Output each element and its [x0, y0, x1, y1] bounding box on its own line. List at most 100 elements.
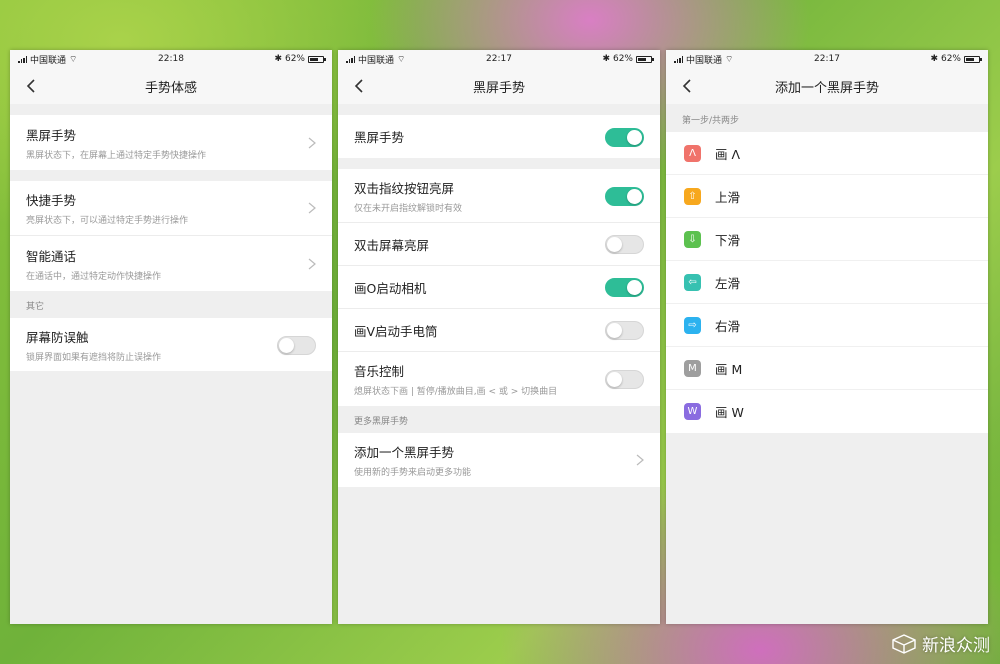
draw-o-camera-toggle[interactable]	[605, 278, 644, 297]
anti-mistouch-row: 屏幕防误触 锁屏界面如果有遮挡将防止误操作	[10, 318, 332, 371]
carrier-label: 中国联通	[686, 55, 723, 66]
arrow-up-icon: ⇧	[684, 187, 701, 205]
watermark-text: 新浪众测	[922, 636, 990, 656]
arrow-left-icon: ⇦	[684, 273, 701, 291]
page-title: 黑屏手势	[472, 80, 525, 96]
black-screen-gesture-toggle[interactable]	[605, 127, 644, 147]
gesture-label: 右滑	[715, 318, 741, 334]
bluetooth-icon: ✱	[602, 54, 610, 64]
settings-group: 黑屏手势 黑屏状态下，在屏幕上通过特定手势快捷操作	[10, 115, 332, 170]
gesture-option-row[interactable]: ⇦ 左滑	[666, 261, 988, 304]
add-gesture-row[interactable]: 添加一个黑屏手势 使用新的手势来启动更多功能	[338, 433, 660, 487]
gesture-label: 画 W	[715, 405, 744, 420]
battery-icon	[636, 55, 654, 63]
page-title: 添加一个黑屏手势	[774, 80, 879, 96]
black-screen-gesture-master-row: 黑屏手势	[338, 115, 660, 158]
gesture-option-row[interactable]: ⇩ 下滑	[666, 218, 988, 261]
status-time: 22:17	[486, 54, 512, 64]
arrow-right-icon: ⇨	[684, 316, 701, 334]
wifi-icon: ⌔	[69, 54, 78, 65]
double-tap-fingerprint-toggle[interactable]	[605, 186, 644, 206]
battery-percent: 62%	[940, 54, 961, 64]
watermark: 新浪众测	[892, 631, 990, 656]
step-label: 第一步/共两步	[666, 104, 988, 132]
draw-v-flashlight-toggle[interactable]	[605, 321, 644, 340]
chevron-right-icon	[308, 258, 316, 269]
gesture-label: 下滑	[715, 232, 741, 248]
battery-percent: 62%	[612, 54, 633, 64]
letter-m-icon: M	[684, 359, 701, 377]
row-subtitle: 熄屏状态下画 | 暂停/播放曲目,画 < 或 > 切换曲目	[354, 387, 558, 397]
back-arrow-icon[interactable]	[352, 78, 368, 94]
battery-percent: 62%	[284, 54, 305, 64]
black-screen-gesture-row[interactable]: 黑屏手势 黑屏状态下，在屏幕上通过特定手势快捷操作	[10, 115, 332, 170]
nav-bar: 黑屏手势	[338, 68, 660, 104]
row-title: 黑屏手势	[26, 127, 77, 143]
nav-bar: 添加一个黑屏手势	[666, 68, 988, 104]
draw-o-camera-row: 画O启动相机	[338, 266, 660, 309]
row-title: 添加一个黑屏手势	[354, 445, 455, 460]
section-label-more: 更多黑屏手势	[338, 406, 660, 433]
status-bar: 中国联通 ⌔ 22:17 ✱ 62%	[338, 50, 660, 68]
section-label-other: 其它	[10, 291, 332, 318]
caret-up-icon: Λ	[684, 144, 701, 162]
row-title: 快捷手势	[26, 193, 77, 208]
wifi-icon: ⌔	[397, 54, 406, 65]
carrier-label: 中国联通	[358, 55, 395, 66]
gesture-label: 画 Λ	[715, 146, 741, 162]
row-title: 屏幕防误触	[26, 329, 89, 345]
quick-gesture-row[interactable]: 快捷手势 亮屏状态下，可以通过特定手势进行操作	[10, 181, 332, 236]
status-bar: 中国联通 ⌔ 22:17 ✱ 62%	[666, 50, 988, 68]
row-subtitle: 在通话中，通过特定动作快捷操作	[26, 271, 162, 282]
status-time: 22:18	[158, 54, 184, 64]
carrier-label: 中国联通	[30, 55, 67, 66]
add-gesture-group: 添加一个黑屏手势 使用新的手势来启动更多功能	[338, 433, 660, 487]
row-subtitle: 使用新的手势来启动更多功能	[354, 468, 472, 478]
gesture-label: 画 M	[715, 361, 743, 377]
letter-w-icon: W	[684, 403, 701, 420]
anti-mistouch-toggle[interactable]	[277, 335, 316, 355]
double-tap-fingerprint-row: 双击指纹按钮亮屏 仅在未开启指纹解锁时有效	[338, 169, 660, 223]
row-title: 黑屏手势	[354, 130, 405, 145]
back-arrow-icon[interactable]	[24, 78, 40, 94]
back-arrow-icon[interactable]	[680, 78, 696, 94]
wifi-icon: ⌔	[725, 54, 734, 65]
gesture-options-group: 双击指纹按钮亮屏 仅在未开启指纹解锁时有效 双击屏幕亮屏 画O启动相机 画V启动…	[338, 169, 660, 406]
row-title: 双击指纹按钮亮屏	[354, 180, 455, 196]
arrow-down-icon: ⇩	[684, 230, 701, 248]
row-title: 双击屏幕亮屏	[354, 237, 430, 253]
status-bar: 中国联通 ⌔ 22:18 ✱ 62%	[10, 50, 332, 68]
music-control-row: 音乐控制 熄屏状态下画 | 暂停/播放曲目,画 < 或 > 切换曲目	[338, 352, 660, 406]
row-subtitle: 黑屏状态下，在屏幕上通过特定手势快捷操作	[26, 150, 207, 161]
signal-icon	[346, 55, 355, 63]
chevron-right-icon	[308, 137, 316, 148]
gesture-list: Λ 画 Λ ⇧ 上滑 ⇩ 下滑 ⇦ 左滑 ⇨ 右滑 M 画 M W 画 W	[666, 132, 988, 433]
gesture-option-row[interactable]: ⇧ 上滑	[666, 175, 988, 218]
row-subtitle: 仅在未开启指纹解锁时有效	[354, 203, 463, 214]
smart-call-row[interactable]: 智能通话 在通话中，通过特定动作快捷操作	[10, 236, 332, 291]
gesture-option-row[interactable]: W画 W	[666, 390, 988, 433]
signal-icon	[18, 55, 27, 63]
draw-v-flashlight-row: 画V启动手电筒	[338, 309, 660, 352]
page-title: 手势体感	[144, 80, 197, 96]
double-tap-screen-toggle[interactable]	[605, 235, 644, 254]
gesture-option-row[interactable]: Λ画 Λ	[666, 132, 988, 175]
bluetooth-icon: ✱	[274, 54, 282, 64]
row-title: 画O启动相机	[354, 280, 427, 296]
music-control-toggle[interactable]	[605, 370, 644, 389]
nav-bar: 手势体感	[10, 68, 332, 104]
phone-screen-add-gesture: 中国联通 ⌔ 22:17 ✱ 62% 添加一个黑屏手势 第一步/共两步 Λ 画 Λ…	[666, 50, 988, 624]
status-time: 22:17	[814, 54, 840, 64]
row-subtitle: 亮屏状态下，可以通过特定手势进行操作	[26, 216, 189, 226]
row-title: 智能通话	[26, 248, 77, 264]
phone-screen-black-screen-gestures: 中国联通 ⌔ 22:17 ✱ 62% 黑屏手势 黑屏手势 双击指纹按钮亮屏 仅在…	[338, 50, 660, 624]
gesture-option-row[interactable]: ⇨ 右滑	[666, 304, 988, 347]
row-title: 音乐控制	[354, 364, 405, 379]
cube-logo-icon	[892, 633, 916, 654]
battery-icon	[308, 55, 326, 63]
phone-screen-gesture-settings: 中国联通 ⌔ 22:18 ✱ 62% 手势体感 黑屏手势 黑屏状态下，在屏幕上通…	[10, 50, 332, 624]
row-title: 画V启动手电筒	[354, 323, 438, 339]
gesture-option-row[interactable]: M画 M	[666, 347, 988, 390]
battery-icon	[964, 55, 982, 63]
gesture-label: 左滑	[715, 275, 741, 291]
